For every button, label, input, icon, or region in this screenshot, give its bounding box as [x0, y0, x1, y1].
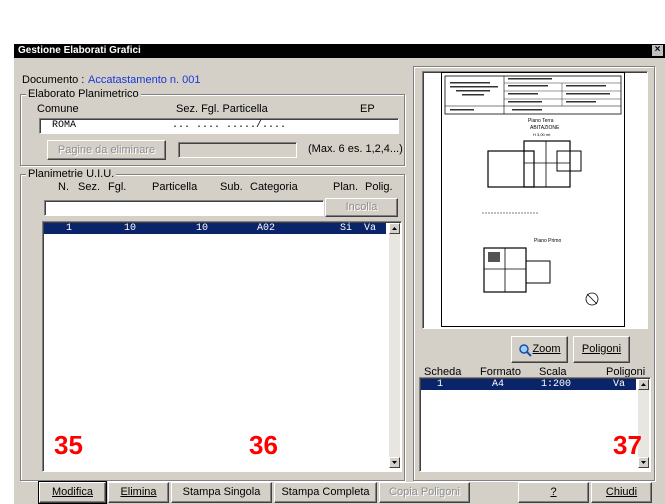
planimetrie-filter-input[interactable]: [44, 200, 324, 216]
documento-label: Documento :: [22, 74, 85, 86]
help-button[interactable]: ?: [518, 482, 589, 503]
header-n: N.: [58, 181, 69, 193]
chiudi-label: Chiudi: [605, 486, 638, 498]
doc-h: H 3,00 mt: [533, 132, 551, 137]
list-scrollbar[interactable]: [389, 223, 400, 468]
row-categoria: A02: [257, 223, 276, 234]
help-label: ?: [550, 486, 557, 498]
header-particella: Particella: [152, 181, 198, 193]
modifica-button[interactable]: Modifica: [38, 481, 107, 504]
poligoni-label: Poligoni: [581, 343, 622, 355]
list-item[interactable]: 1 10 10 A02 Si Va: [44, 223, 386, 234]
row-n: 1: [66, 223, 73, 234]
scheda-cell: 1: [437, 379, 444, 390]
incolla-button[interactable]: Incolla: [325, 198, 398, 217]
stampa-completa-label: Stampa Completa: [281, 486, 370, 498]
poligoni-button[interactable]: Poligoni: [573, 336, 630, 363]
row-plan: Si: [340, 223, 353, 234]
elaborato-comune-cell: ROMA: [52, 120, 77, 131]
zoom-button[interactable]: Zoom: [511, 336, 568, 363]
row-polig: Va: [364, 223, 377, 234]
row-fgl: 10: [124, 223, 137, 234]
header-sub: Sub.: [220, 181, 243, 193]
header-ep: EP: [360, 103, 375, 115]
annotation-37: 37: [613, 430, 642, 460]
scroll-down-icon[interactable]: [389, 457, 400, 468]
stampa-singola-button[interactable]: Stampa Singola: [171, 482, 272, 503]
elaborato-sez-cell: ... .... ...../....: [172, 120, 287, 131]
doc-abitazione: ABITAZIONE: [530, 125, 560, 131]
header-comune: Comune: [37, 103, 79, 115]
header-plan: Plan.: [333, 181, 359, 193]
pagine-input[interactable]: [178, 142, 297, 158]
max-hint: (Max. 6 es. 1,2,4...): [308, 143, 403, 155]
floorplan-drawing: [444, 75, 622, 306]
copia-poligoni-button[interactable]: Copia Poligoni: [379, 482, 470, 503]
pagine-da-eliminare-button[interactable]: Pagine da eliminare: [47, 140, 166, 160]
stampa-singola-label: Stampa Singola: [182, 486, 261, 498]
documento-value: Accatastamento n. 001: [88, 74, 201, 86]
annotation-35: 35: [54, 430, 83, 460]
preview-page[interactable]: Piano Terra ABITAZIONE H 3,00 mt Piano P…: [441, 72, 625, 327]
doc-piano-terra: Piano Terra: [528, 118, 554, 124]
planimetrie-group-title: Planimetrie U.I.U.: [26, 168, 117, 180]
elimina-button[interactable]: Elimina: [108, 482, 169, 503]
zoom-label: Zoom: [532, 343, 561, 355]
header-fgl: Fgl.: [108, 181, 127, 193]
elaborato-row[interactable]: ROMA ... .... ...../....: [39, 118, 399, 134]
formato-cell: A4: [492, 379, 505, 390]
header-polig: Polig.: [365, 181, 393, 193]
list-item[interactable]: 1 A4 1:200 Va: [421, 379, 636, 390]
modifica-label: Modifica: [52, 486, 93, 498]
annotation-36: 36: [249, 430, 278, 460]
dialog-title: Gestione Elaborati Grafici: [18, 45, 141, 56]
dialog-titlebar: Gestione Elaborati Grafici ×: [14, 44, 665, 58]
scala-cell: 1:200: [541, 379, 572, 390]
planimetrie-list[interactable]: 1 10 10 A02 Si Va: [42, 221, 402, 472]
poligoni-cell: Va: [613, 379, 626, 390]
doc-piano-primo: Piano Primo: [534, 238, 562, 244]
elimina-label: Elimina: [120, 486, 157, 498]
copia-poligoni-label: Copia Poligoni: [389, 486, 460, 498]
header-categoria: Categoria: [250, 181, 298, 193]
close-icon[interactable]: ×: [652, 45, 663, 56]
header-sez-fgl-particella: Sez. Fgl. Particella: [176, 103, 268, 115]
header-sez: Sez.: [78, 181, 101, 193]
chiudi-button[interactable]: Chiudi: [591, 482, 652, 503]
magnifier-icon: [518, 342, 533, 357]
scroll-up-icon[interactable]: [638, 379, 649, 390]
scroll-up-icon[interactable]: [389, 223, 400, 234]
elaborato-group-title: Elaborato Planimetrico: [26, 88, 141, 100]
stampa-completa-button[interactable]: Stampa Completa: [274, 482, 377, 503]
row-particella: 10: [196, 223, 209, 234]
